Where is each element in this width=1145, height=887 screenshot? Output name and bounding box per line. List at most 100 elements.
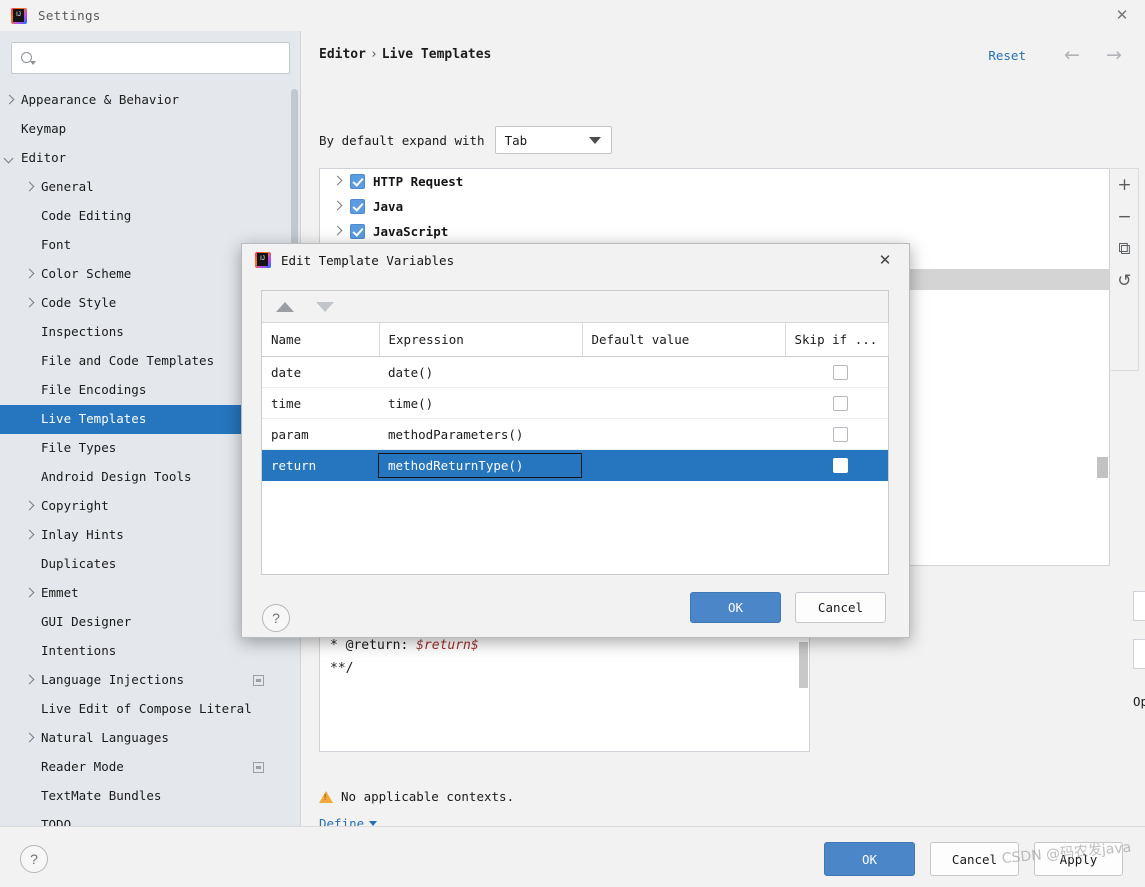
table-row[interactable]: date date() [262, 356, 888, 388]
sidebar-item-keymap[interactable]: Keymap [0, 115, 300, 144]
variable-skip-cell[interactable] [785, 449, 888, 481]
column-header[interactable]: Default value [582, 323, 786, 357]
template-group-row[interactable]: Java [320, 194, 1109, 219]
apply-button[interactable]: Apply [1034, 842, 1123, 876]
chevron-right-icon[interactable] [24, 501, 35, 512]
variable-expression-cell[interactable]: time() [379, 387, 582, 419]
variable-name-cell[interactable]: param [262, 418, 379, 450]
sidebar-item-natural-languages[interactable]: Natural Languages [0, 724, 300, 753]
chevron-down-icon [588, 136, 601, 144]
chevron-right-icon[interactable] [332, 176, 343, 187]
sidebar-item-label: Reader Mode [41, 759, 124, 775]
variable-default-cell[interactable] [582, 356, 785, 388]
skip-if-defined-checkbox[interactable] [833, 396, 848, 411]
chevron-right-icon[interactable] [332, 226, 343, 237]
variable-expression-cell[interactable]: methodReturnType() [378, 449, 582, 481]
cancel-button[interactable]: Cancel [930, 842, 1019, 876]
close-icon[interactable]: ✕ [1099, 0, 1145, 30]
chevron-right-icon[interactable] [4, 95, 15, 106]
sidebar-item-label: Inlay Hints [41, 527, 124, 543]
skip-if-defined-checkbox[interactable] [833, 458, 848, 473]
triangle-down-icon[interactable] [316, 301, 334, 312]
chevron-right-icon[interactable] [24, 269, 35, 280]
minus-icon[interactable]: − [1111, 201, 1138, 233]
sidebar-item-language-injections[interactable]: Language Injections [0, 666, 300, 695]
reset-link[interactable]: Reset [988, 48, 1026, 63]
skip-if-defined-checkbox[interactable] [833, 427, 848, 442]
sidebar-item-code-editing[interactable]: Code Editing [0, 202, 300, 231]
dialog-cancel-button[interactable]: Cancel [795, 592, 886, 623]
abbreviation-input[interactable] [1133, 591, 1145, 621]
sidebar-item-label: GUI Designer [41, 614, 132, 630]
template-group-row[interactable]: HTTP Request [320, 169, 1109, 194]
project-scope-icon [253, 762, 264, 773]
template-group-checkbox[interactable] [350, 199, 365, 214]
breadcrumb-root[interactable]: Editor [319, 47, 366, 62]
description-input[interactable] [1133, 639, 1145, 669]
code-text: **/ [330, 661, 354, 676]
variable-default-cell[interactable] [582, 449, 785, 481]
sidebar-item-reader-mode[interactable]: Reader Mode [0, 753, 300, 782]
sidebar-item-intentions[interactable]: Intentions [0, 637, 300, 666]
search-input[interactable] [11, 42, 290, 74]
chevron-right-icon[interactable] [24, 182, 35, 193]
variable-skip-cell[interactable] [785, 356, 888, 388]
variable-default-cell[interactable] [582, 418, 785, 450]
variable-name-cell[interactable]: time [262, 387, 379, 419]
skip-if-defined-checkbox[interactable] [833, 365, 848, 380]
arrow-left-icon[interactable]: ← [1057, 42, 1087, 68]
table-row[interactable]: return methodReturnType() [262, 449, 888, 481]
sidebar-item-editor[interactable]: Editor [0, 144, 300, 173]
sidebar-item-label: Language Injections [41, 672, 184, 688]
dialog-help-button[interactable]: ? [262, 604, 290, 632]
default-expand-row: By default expand with Tab [319, 126, 612, 154]
revert-icon[interactable]: ↺ [1111, 265, 1138, 297]
default-expand-select[interactable]: Tab [494, 126, 612, 154]
column-header[interactable]: Skip if ... [785, 323, 889, 357]
variable-expression-cell[interactable]: date() [379, 356, 582, 388]
template-group-checkbox[interactable] [350, 174, 365, 189]
variable-expression-cell[interactable]: methodParameters() [379, 418, 582, 450]
template-group-row[interactable]: JavaScript [320, 219, 1109, 244]
column-header[interactable]: Expression [379, 323, 583, 357]
sidebar-item-appearance-behavior[interactable]: Appearance & Behavior [0, 86, 300, 115]
sidebar-item-label: Code Style [41, 295, 117, 311]
column-header[interactable]: Name [262, 323, 380, 357]
triangle-up-icon[interactable] [276, 301, 294, 312]
sidebar-item-label: File Encodings [41, 382, 147, 398]
sidebar-item-label: Android Design Tools [41, 469, 192, 485]
expression-editor[interactable]: methodReturnType() [378, 452, 582, 478]
variable-skip-cell[interactable] [785, 387, 888, 419]
chevron-down-icon[interactable] [4, 153, 15, 164]
ok-button[interactable]: OK [824, 842, 915, 876]
chevron-right-icon[interactable] [24, 588, 35, 599]
window-titlebar: Settings ✕ [0, 0, 1145, 32]
help-button[interactable]: ? [20, 845, 48, 873]
chevron-right-icon[interactable] [24, 733, 35, 744]
arrow-right-icon[interactable]: → [1099, 42, 1129, 68]
variable-name-cell[interactable]: return [262, 449, 379, 481]
sidebar-item-label: Color Scheme [41, 266, 132, 282]
sidebar-item-live-edit-of-compose-literal[interactable]: Live Edit of Compose Literal [0, 695, 300, 724]
plus-icon[interactable]: + [1111, 169, 1138, 201]
copy-icon[interactable]: ⧉ [1111, 233, 1138, 265]
chevron-right-icon[interactable] [24, 298, 35, 309]
sidebar-item-textmate-bundles[interactable]: TextMate Bundles [0, 782, 300, 811]
dialog-ok-button[interactable]: OK [690, 592, 781, 623]
chevron-right-icon[interactable] [332, 201, 343, 212]
sidebar-item-general[interactable]: General [0, 173, 300, 202]
template-list-scrollbar[interactable] [1097, 457, 1108, 478]
chevron-right-icon[interactable] [24, 675, 35, 686]
sidebar-item-label: Natural Languages [41, 730, 169, 746]
sidebar-item-label: Duplicates [41, 556, 117, 572]
chevron-right-icon[interactable] [24, 530, 35, 541]
options-section-header: Options [1133, 694, 1145, 709]
table-row[interactable]: time time() [262, 387, 888, 419]
variable-name-cell[interactable]: date [262, 356, 379, 388]
code-editor-scrollbar[interactable] [799, 642, 808, 688]
variable-skip-cell[interactable] [785, 418, 888, 450]
variable-default-cell[interactable] [582, 387, 785, 419]
table-row[interactable]: param methodParameters() [262, 418, 888, 450]
close-icon[interactable]: ✕ [873, 248, 897, 272]
template-group-checkbox[interactable] [350, 224, 365, 239]
